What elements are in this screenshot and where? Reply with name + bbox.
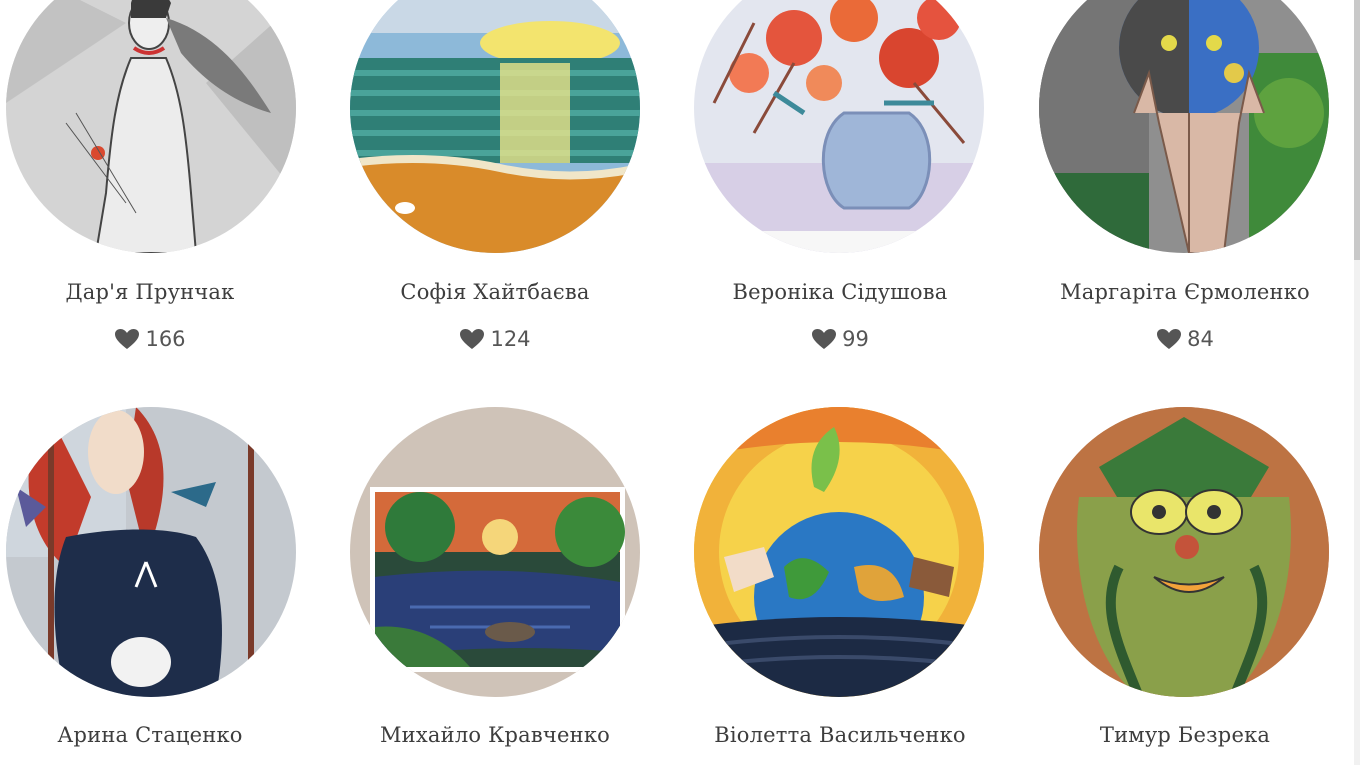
gallery-card[interactable]: Дар'я Прунчак 166 <box>0 0 300 360</box>
gallery-card[interactable]: Маргаріта Єрмоленко 84 <box>1035 0 1335 360</box>
gallery-card[interactable]: Михайло Кравченко <box>345 400 645 765</box>
heart-icon <box>114 328 140 350</box>
like-button[interactable]: 166 <box>0 327 300 351</box>
like-button[interactable]: 84 <box>1035 327 1335 351</box>
gallery-card[interactable]: Тимур Безрека <box>1035 400 1335 765</box>
like-count: 84 <box>1187 327 1214 351</box>
like-button[interactable]: 124 <box>345 327 645 351</box>
earth-hands-artwork[interactable] <box>694 407 984 697</box>
heart-icon <box>811 328 837 350</box>
woman-swing-artwork[interactable] <box>6 407 296 697</box>
artist-name[interactable]: Арина Стаценко <box>0 723 300 747</box>
flower-vase-artwork[interactable] <box>694 0 984 253</box>
artist-name[interactable]: Дар'я Прунчак <box>0 280 300 304</box>
like-count: 124 <box>490 327 531 351</box>
hands-globe-artwork[interactable] <box>1039 0 1329 253</box>
heart-icon <box>459 328 485 350</box>
scrollbar-thumb[interactable] <box>1354 0 1360 260</box>
like-count: 99 <box>842 327 869 351</box>
artist-name[interactable]: Тимур Безрека <box>1035 723 1335 747</box>
artist-name[interactable]: Віолетта Васильченко <box>690 723 990 747</box>
gallery-card[interactable]: Софія Хайтбаєва 124 <box>345 0 645 360</box>
gallery-card[interactable]: Віолетта Васильченко <box>690 400 990 765</box>
forest-spirit-artwork[interactable] <box>1039 407 1329 697</box>
artist-name[interactable]: Софія Хайтбаєва <box>345 280 645 304</box>
artist-name[interactable]: Михайло Кравченко <box>345 723 645 747</box>
artist-name[interactable]: Вероніка Сідушова <box>690 280 990 304</box>
woman-sketch-artwork[interactable] <box>6 0 296 253</box>
artist-name[interactable]: Маргаріта Єрмоленко <box>1035 280 1335 304</box>
river-landscape-artwork[interactable] <box>350 407 640 697</box>
gallery-card[interactable]: Вероніка Сідушова 99 <box>690 0 990 360</box>
like-button[interactable]: 99 <box>690 327 990 351</box>
scrollbar-track[interactable] <box>1354 0 1360 765</box>
gallery-card[interactable]: Арина Стаценко <box>0 400 300 765</box>
like-count: 166 <box>145 327 186 351</box>
sea-sunset-artwork[interactable] <box>350 0 640 253</box>
heart-icon <box>1156 328 1182 350</box>
